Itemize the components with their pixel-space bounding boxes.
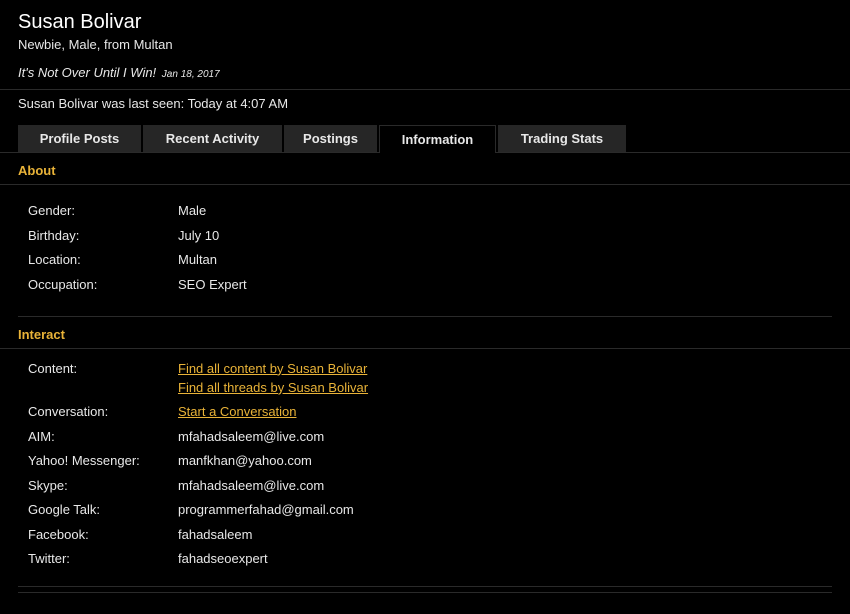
interact-row-skype: Skype: mfahadsaleem@live.com [18,478,832,494]
tab-trading-stats[interactable]: Trading Stats [498,125,626,152]
profile-tabs: Profile Posts Recent Activity Postings I… [0,125,850,153]
google-talk-label: Google Talk: [28,502,101,518]
about-row-gender: Gender: Male [18,203,832,219]
about-section: Gender: Male Birthday: July 10 Location:… [18,185,832,317]
aim-value: mfahadsaleem@live.com [178,428,325,444]
content-links: Find all content by Susan Bolivar Find a… [178,361,368,396]
occupation-label: Occupation: [28,277,98,293]
interact-row-yahoo: Yahoo! Messenger: manfkhan@yahoo.com [18,453,832,469]
about-heading: About [0,153,850,185]
interact-section: Content: Find all content by Susan Boliv… [18,349,832,587]
about-row-birthday: Birthday: July 10 [18,228,832,244]
username: Susan Bolivar [18,11,142,33]
yahoo-value: manfkhan@yahoo.com [178,453,312,469]
bottom-divider [18,592,832,593]
twitter-value: fahadseoexpert [178,551,268,567]
profile-header: Susan Bolivar Newbie, Male, from Multan … [0,0,850,83]
gender-value: Male [178,203,207,218]
tab-information[interactable]: Information [379,125,496,153]
interact-row-content: Content: Find all content by Susan Boliv… [18,361,832,396]
find-all-content-link[interactable]: Find all content by Susan Bolivar [178,361,368,377]
interact-row-conversation: Conversation: Start a Conversation [18,404,832,420]
facebook-label: Facebook: [28,526,89,542]
facebook-value: fahadsaleem [178,526,253,542]
content-label: Content: [28,360,78,376]
interact-row-aim: AIM: mfahadsaleem@live.com [18,429,832,445]
interact-row-google-talk: Google Talk: programmerfahad@gmail.com [18,502,832,518]
interact-heading: Interact [0,317,850,349]
about-row-occupation: Occupation: SEO Expert [18,277,832,293]
skype-label: Skype: [28,477,68,493]
user-blurb: Newbie, Male, from Multan [18,37,173,52]
find-all-threads-link[interactable]: Find all threads by Susan Bolivar [178,380,368,396]
birthday-value: July 10 [178,227,220,243]
interact-row-twitter: Twitter: fahadseoexpert [18,551,832,567]
gender-label: Gender: [28,203,75,218]
location-label: Location: [28,252,81,268]
google-talk-value: programmerfahad@gmail.com [178,502,354,518]
last-seen: Susan Bolivar was last seen: Today at 4:… [18,96,289,111]
status-message: It's Not Over Until I Win! Jan 18, 2017 [18,65,832,83]
birthday-label: Birthday: [28,227,80,243]
interact-row-facebook: Facebook: fahadsaleem [18,527,832,543]
conversation-label: Conversation: [28,404,109,420]
skype-value: mfahadsaleem@live.com [178,477,325,493]
tab-profile-posts[interactable]: Profile Posts [18,125,141,152]
conversation-value: Start a Conversation [178,404,297,420]
occupation-value: SEO Expert [178,277,247,293]
aim-label: AIM: [28,428,55,444]
status-text: It's Not Over Until I Win! [18,65,157,80]
tab-postings[interactable]: Postings [284,125,377,152]
status-date: Jan 18, 2017 [161,69,220,80]
yahoo-label: Yahoo! Messenger: [28,453,140,469]
start-conversation-link[interactable]: Start a Conversation [178,404,297,420]
about-row-location: Location: Multan [18,252,832,268]
tab-recent-activity[interactable]: Recent Activity [143,125,282,152]
twitter-label: Twitter: [28,551,70,567]
location-value: Multan [178,252,218,268]
